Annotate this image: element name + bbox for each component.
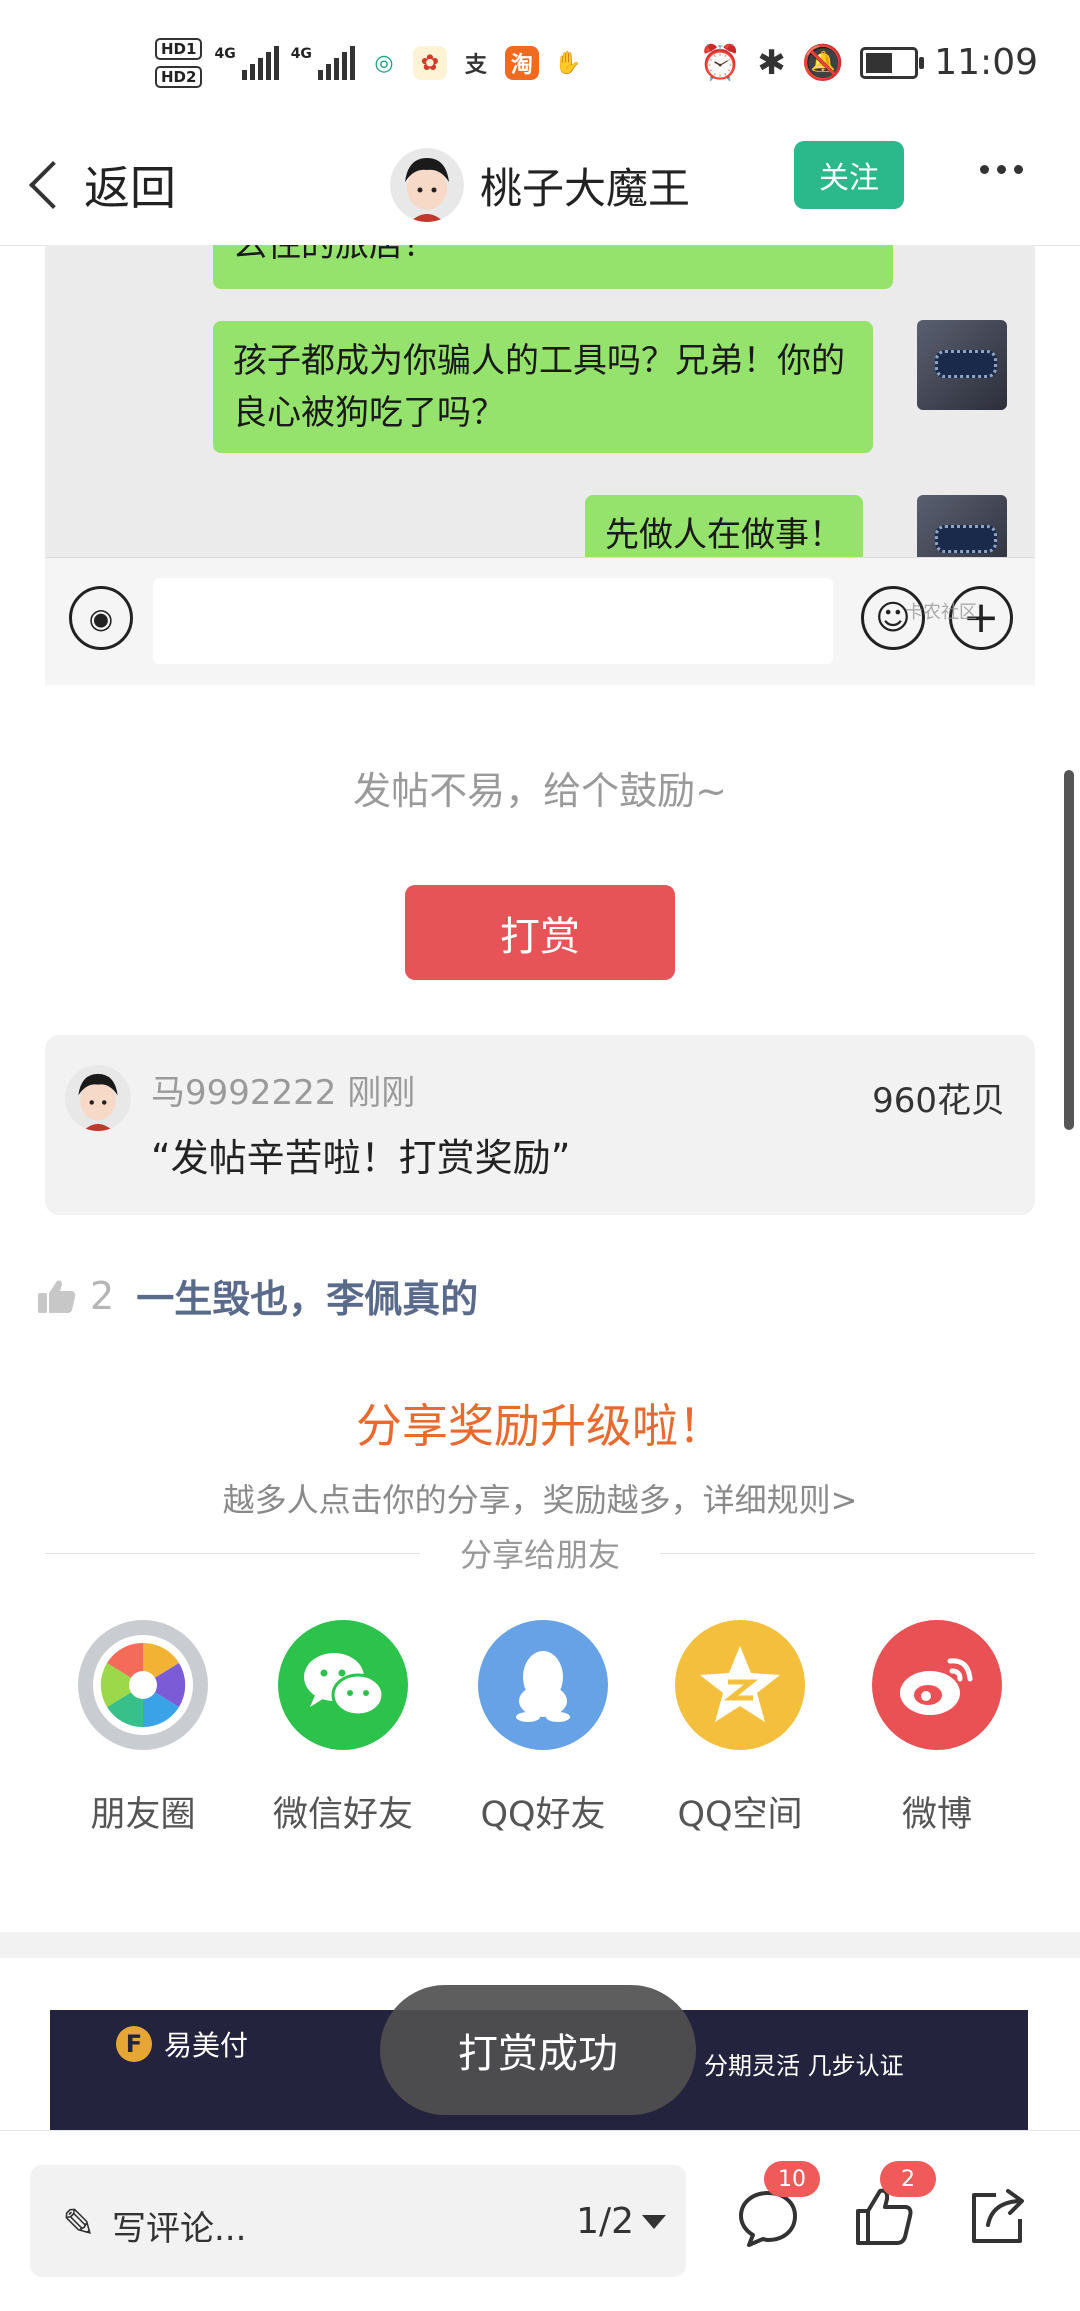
- alipay-icon: 支: [464, 53, 487, 78]
- comments-button[interactable]: 10: [736, 2161, 820, 2249]
- reward-time: 刚刚: [347, 1073, 416, 1113]
- reward-username: 马9992222: [151, 1073, 337, 1113]
- weibo-icon: [872, 1620, 1002, 1750]
- status-bar: HD1 HD2 4G 4G ◎ ✿ 支 淘 ✋ ⏰ ✱ 🔕 11:09: [0, 0, 1080, 125]
- chat-input-bar: ◉ ☺ + 卡农社区: [45, 557, 1035, 685]
- wechat-icon: [278, 1620, 408, 1750]
- reward-button[interactable]: 打赏: [405, 885, 675, 980]
- share-rules-link[interactable]: 越多人点击你的分享，奖励越多，详细规则>: [0, 1475, 1080, 1521]
- clock: 11:09: [934, 42, 1038, 83]
- voice-icon: ◉: [69, 586, 133, 650]
- mobile-icon: ◎: [374, 50, 394, 76]
- chat-message: 孩子都成为你骗人的工具吗？兄弟！你的良心被狗吃了吗？: [213, 321, 873, 453]
- author-name: 桃子大魔王: [480, 163, 691, 213]
- caret-down-icon[interactable]: [642, 2215, 666, 2229]
- brand-logo-icon: F: [116, 2026, 152, 2062]
- chat-input-field: [153, 578, 833, 664]
- share-button[interactable]: [966, 2185, 1030, 2249]
- share-title: 分享奖励升级啦！: [356, 1399, 724, 1453]
- share-moments[interactable]: 朋友圈: [48, 1620, 238, 1837]
- share-label: QQ好友: [480, 1795, 606, 1835]
- bottom-bar: ✎ 写评论... 1/2 10 2: [0, 2130, 1080, 2311]
- vote-text: 一生毁也，李佩真的: [136, 1277, 479, 1321]
- share-wechat[interactable]: 微信好友: [248, 1620, 438, 1837]
- scrollbar[interactable]: [1064, 770, 1074, 1130]
- like-count-badge: 2: [880, 2161, 936, 2197]
- thumbs-up-icon: [38, 1280, 76, 1313]
- encourage-text: 发帖不易，给个鼓励~: [353, 769, 727, 813]
- ad-text: 分期灵活 几步认证: [704, 2052, 904, 2080]
- qq-icon: [478, 1620, 608, 1750]
- avatar: [65, 1065, 131, 1131]
- back-label: 返回: [84, 161, 176, 215]
- avatar: [390, 148, 464, 222]
- status-right-icons: ⏰ ✱ 🔕 11:09: [699, 30, 1038, 95]
- taobao-icon: 淘: [504, 46, 539, 80]
- pencil-icon: ✎: [62, 2201, 96, 2247]
- back-button[interactable]: 返回: [22, 145, 176, 225]
- app-icon: ✋: [554, 50, 582, 76]
- status-left-icons: HD1 HD2 4G 4G ◎ ✿ 支 淘 ✋: [155, 28, 585, 98]
- like-button[interactable]: 2: [852, 2161, 936, 2249]
- chevron-left-icon: [28, 160, 78, 210]
- page-indicator[interactable]: 1/2: [576, 2201, 634, 2242]
- post-chat-screenshot: 么住的旅店？ 孩子都成为你骗人的工具吗？兄弟！你的良心被狗吃了吗？ 先做人在做事…: [45, 245, 1035, 685]
- author-info[interactable]: 桃子大魔王: [390, 139, 690, 231]
- top-nav-bar: 返回 桃子大魔王 关注: [0, 125, 1080, 246]
- app-icon: ✿: [412, 46, 447, 80]
- battery-icon: [860, 46, 925, 79]
- follow-button[interactable]: 关注: [794, 141, 904, 209]
- section-separator: [0, 1932, 1080, 1958]
- mute-icon: 🔕: [801, 42, 845, 83]
- watermark: 卡农社区: [905, 602, 977, 623]
- share-targets: 朋友圈 微信好友 QQ好友 QQ空间 微博: [0, 1620, 1080, 1850]
- share-label: 微信好友: [272, 1795, 413, 1835]
- chat-message: 么住的旅店？: [213, 245, 893, 289]
- chat-avatar: [917, 320, 1007, 410]
- comment-input[interactable]: ✎ 写评论... 1/2: [30, 2165, 686, 2277]
- comment-placeholder: 写评论...: [112, 2209, 247, 2249]
- alarm-icon: ⏰: [699, 42, 742, 83]
- comment-count-badge: 10: [764, 2161, 820, 2197]
- qzone-icon: [675, 1620, 805, 1750]
- share-label: 朋友圈: [90, 1795, 196, 1835]
- reward-message: “发帖辛苦啦！打赏奖励”: [151, 1136, 571, 1180]
- share-qq[interactable]: QQ好友: [448, 1620, 638, 1837]
- share-label: 微博: [901, 1795, 972, 1835]
- more-options-icon[interactable]: [980, 165, 1023, 174]
- vote-row[interactable]: 2 一生毁也，李佩真的: [38, 1268, 478, 1323]
- share-label: QQ空间: [677, 1795, 803, 1835]
- signal-icon: 4G: [214, 46, 279, 80]
- reward-amount: 960花贝: [872, 1081, 1005, 1121]
- reward-record: 马9992222 刚刚 960花贝 “发帖辛苦啦！打赏奖励”: [45, 1035, 1035, 1215]
- ad-brand: F 易美付: [116, 2024, 248, 2064]
- vote-count: 2: [90, 1273, 115, 1318]
- toast-message: 打赏成功: [380, 1985, 696, 2115]
- share-divider-label: 分享给朋友: [420, 1530, 660, 1576]
- share-weibo[interactable]: 微博: [842, 1620, 1032, 1837]
- share-icon: [972, 2189, 1024, 2243]
- hd-icon: HD1 HD2: [155, 38, 203, 88]
- bluetooth-icon: ✱: [757, 42, 786, 83]
- signal-icon: 4G: [291, 46, 355, 80]
- ad-brand-name: 易美付: [164, 2029, 249, 2062]
- moments-icon: [78, 1620, 208, 1750]
- share-qzone[interactable]: QQ空间: [645, 1620, 835, 1837]
- reward-user: 马9992222 刚刚: [151, 1065, 415, 1114]
